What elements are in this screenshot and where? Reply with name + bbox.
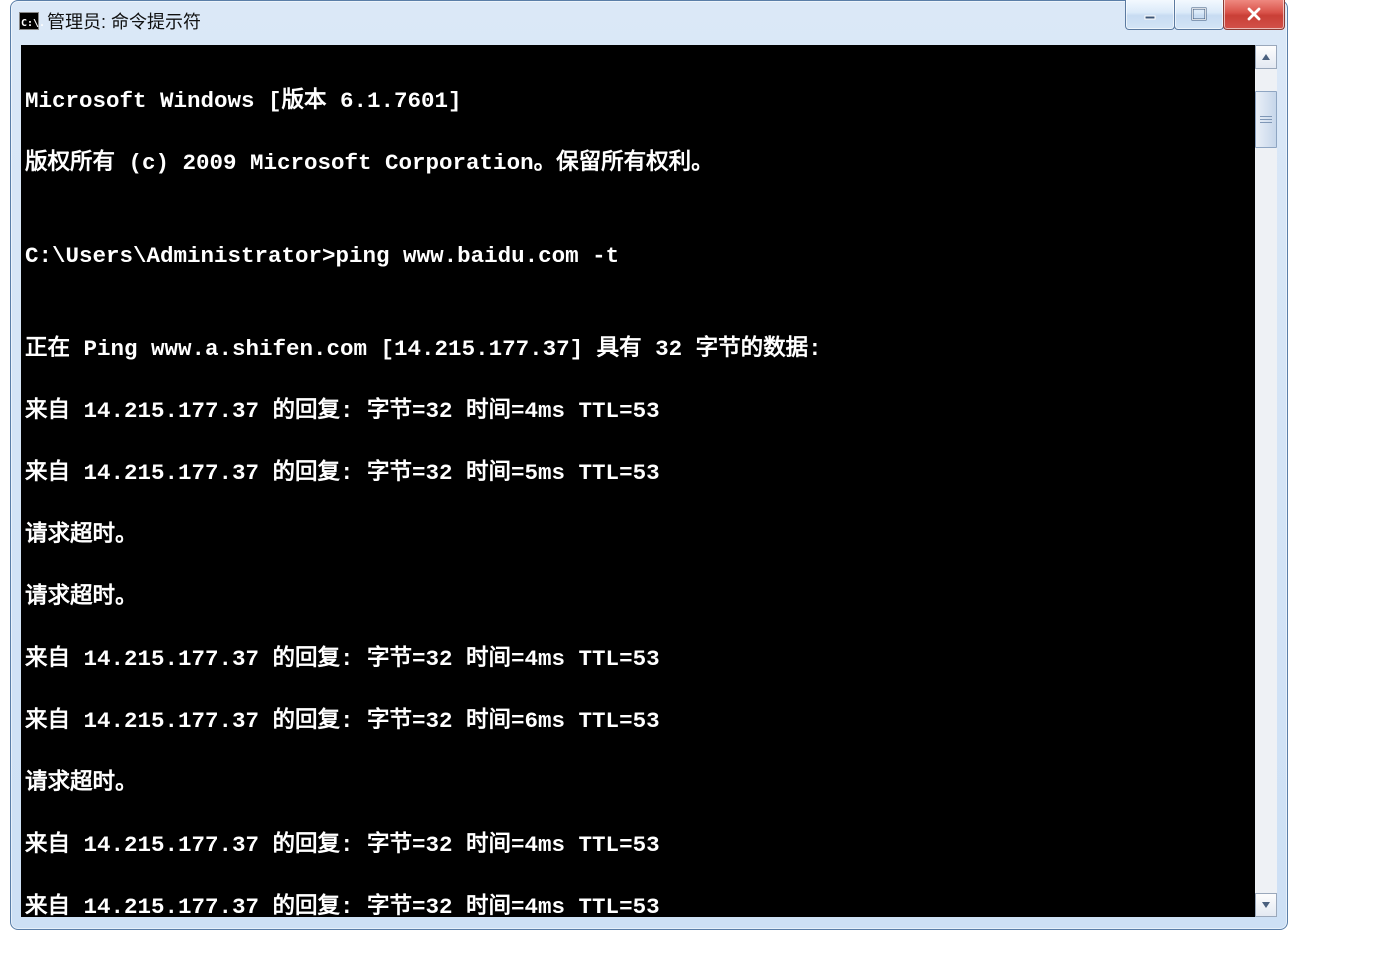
window-title: 管理员: 命令提示符 (47, 8, 201, 34)
titlebar[interactable]: C:\. 管理员: 命令提示符 (11, 1, 1287, 41)
close-button[interactable] (1223, 0, 1285, 30)
ping-timeout: 请求超时。 (25, 768, 1255, 799)
banner-line: Microsoft Windows [版本 6.1.7601] (25, 86, 1255, 117)
cmd-icon: C:\. (19, 12, 39, 30)
console-output[interactable]: Microsoft Windows [版本 6.1.7601] 版权所有 (c)… (21, 45, 1255, 917)
minimize-button[interactable] (1125, 0, 1175, 30)
vertical-scrollbar[interactable] (1255, 45, 1277, 917)
cmd-window: C:\. 管理员: 命令提示符 Microsoft Windows (10, 0, 1288, 930)
window-controls (1126, 0, 1285, 30)
ping-timeout: 请求超时。 (25, 582, 1255, 613)
maximize-button[interactable] (1174, 0, 1224, 30)
maximize-icon (1191, 7, 1207, 21)
ping-reply: 来自 14.215.177.37 的回复: 字节=32 时间=4ms TTL=5… (25, 396, 1255, 427)
chevron-up-icon (1261, 52, 1271, 62)
ping-reply: 来自 14.215.177.37 的回复: 字节=32 时间=4ms TTL=5… (25, 644, 1255, 675)
ping-reply: 来自 14.215.177.37 的回复: 字节=32 时间=6ms TTL=5… (25, 706, 1255, 737)
close-icon (1246, 7, 1262, 21)
ping-reply: 来自 14.215.177.37 的回复: 字节=32 时间=4ms TTL=5… (25, 892, 1255, 917)
scroll-down-button[interactable] (1255, 893, 1277, 917)
minimize-icon (1143, 7, 1157, 21)
chevron-down-icon (1261, 900, 1271, 910)
ping-timeout: 请求超时。 (25, 520, 1255, 551)
client-area: Microsoft Windows [版本 6.1.7601] 版权所有 (c)… (21, 45, 1277, 917)
scroll-up-button[interactable] (1255, 45, 1277, 69)
copyright-line: 版权所有 (c) 2009 Microsoft Corporation。保留所有… (25, 148, 1255, 179)
ping-reply: 来自 14.215.177.37 的回复: 字节=32 时间=4ms TTL=5… (25, 830, 1255, 861)
prompt-command: C:\Users\Administrator>ping www.baidu.co… (25, 241, 1255, 272)
ping-reply: 来自 14.215.177.37 的回复: 字节=32 时间=5ms TTL=5… (25, 458, 1255, 489)
ping-header: 正在 Ping www.a.shifen.com [14.215.177.37]… (25, 334, 1255, 365)
scroll-thumb[interactable] (1255, 91, 1277, 148)
scroll-track[interactable] (1255, 69, 1277, 893)
